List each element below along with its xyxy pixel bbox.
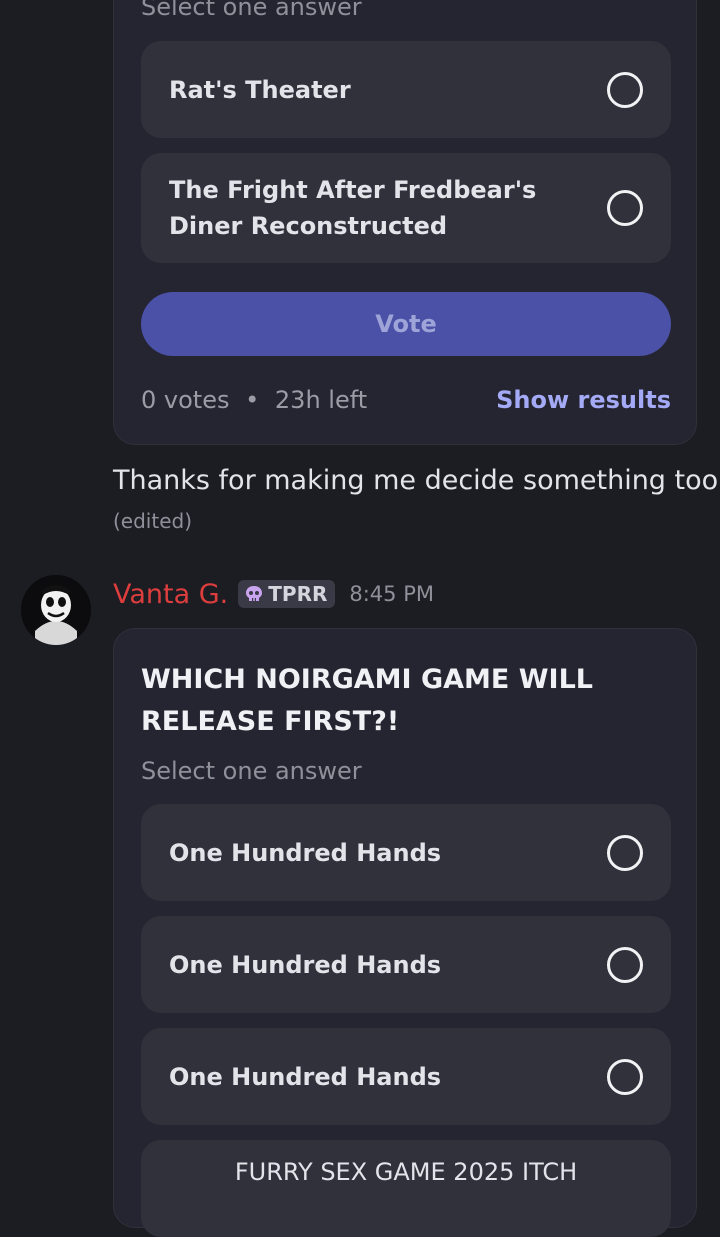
poll-option[interactable]: FURRY SEX GAME 2025 ITCH (141, 1140, 671, 1237)
poll-option-label: One Hundred Hands (169, 1062, 442, 1091)
poll-option[interactable]: One Hundred Hands (141, 804, 671, 901)
poll-option-label: Rat's Theater (169, 75, 351, 104)
avatar-image (21, 575, 91, 645)
timestamp: 8:45 PM (349, 582, 434, 606)
poll-option-label: One Hundred Hands (169, 838, 442, 867)
radio-icon[interactable] (607, 190, 643, 226)
avatar[interactable] (21, 575, 91, 645)
guild-tag-label: TPRR (268, 582, 328, 606)
poll-card: Select one answer Rat's Theater The Frig… (113, 0, 697, 445)
poll-meta: 0 votes • 23h left (141, 386, 367, 414)
poll-option-label: One Hundred Hands (169, 950, 442, 979)
poll-option[interactable]: The Fright After Fredbear's Diner Recons… (141, 153, 671, 263)
separator-dot: • (245, 386, 260, 414)
skull-icon (246, 586, 263, 601)
poll-subtitle: Select one answer (141, 0, 362, 21)
poll-option-label: FURRY SEX GAME 2025 ITCH (234, 1158, 578, 1186)
radio-icon[interactable] (607, 834, 643, 871)
poll-option[interactable]: One Hundred Hands (141, 1028, 671, 1125)
vote-count: 0 votes (141, 386, 230, 414)
time-left: 23h left (274, 386, 368, 414)
radio-icon[interactable] (607, 71, 643, 108)
poll-option-label: The Fright After Fredbear's Diner Recons… (169, 176, 537, 240)
author-name[interactable]: Vanta G. (113, 579, 228, 610)
show-results-link[interactable]: Show results (496, 386, 671, 414)
poll-option[interactable]: One Hundred Hands (141, 916, 671, 1013)
message-header: Vanta G. TPRR 8:45 PM (113, 576, 434, 612)
poll-question: WHICH NOIRGAMI GAME WILL RELEASE FIRST?! (141, 664, 593, 737)
poll-card: WHICH NOIRGAMI GAME WILL RELEASE FIRST?!… (113, 628, 697, 1237)
vote-button[interactable]: Vote (141, 292, 671, 356)
edited-label: (edited) (113, 509, 193, 533)
radio-icon[interactable] (607, 1058, 643, 1095)
poll-option[interactable]: Rat's Theater (141, 41, 671, 138)
poll-footer: 0 votes • 23h left Show results (141, 386, 671, 414)
radio-icon[interactable] (607, 946, 643, 983)
guild-tag[interactable]: TPRR (238, 580, 336, 608)
poll-subtitle: Select one answer (141, 757, 362, 785)
message-text: Thanks for making me decide something to… (113, 465, 719, 496)
